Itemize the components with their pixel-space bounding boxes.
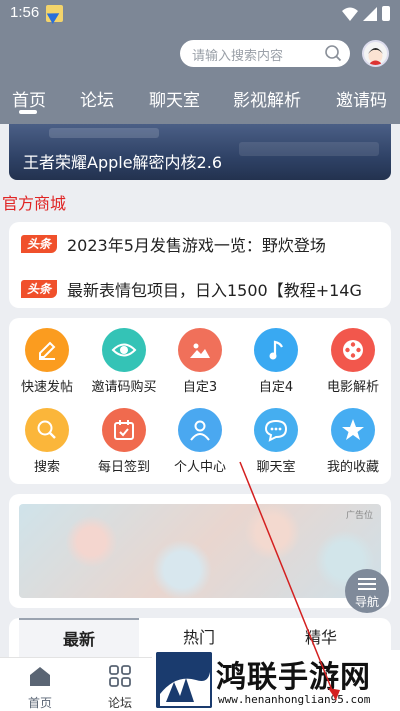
headline-text: 2023年5月发售游戏一览：野炊登场 — [67, 236, 326, 255]
ad-banner-image[interactable]: 广告位 — [19, 504, 381, 598]
shortcut-label: 搜索 — [33, 460, 60, 475]
shortcut-favorites[interactable]: 我的收藏 — [315, 408, 391, 475]
notification-app-icon — [46, 5, 63, 22]
search-icon[interactable] — [324, 44, 342, 62]
search-input[interactable]: 请输入搜索内容 — [180, 40, 350, 67]
status-time: 1:56 — [10, 4, 40, 21]
grid-icon — [109, 665, 131, 687]
section-title: 官方商城 — [2, 194, 67, 213]
shortcut-label: 邀请码购买 — [91, 380, 157, 395]
cell-signal-icon — [363, 6, 377, 21]
watermark-title: 鸿联手游网 — [216, 660, 371, 695]
headline-text: 最新表情包项目，日入1500【教程+14G — [67, 281, 362, 300]
status-bar: 1:56 — [0, 0, 400, 28]
calendar-check-icon — [102, 408, 146, 452]
shortcut-personal-center[interactable]: 个人中心 — [162, 408, 238, 475]
banner-slide[interactable]: 王者荣耀Apple解密内核2.6 — [9, 124, 391, 180]
nav-label: 论坛 — [107, 696, 132, 710]
image-icon — [178, 328, 222, 372]
shortcut-label: 每日签到 — [97, 460, 150, 475]
home-icon — [30, 667, 50, 686]
navigation-fab[interactable]: 导航 — [345, 569, 389, 613]
shortcut-label: 快速发帖 — [20, 380, 73, 395]
menu-icon — [358, 578, 376, 593]
search-icon — [25, 408, 69, 452]
shortcut-movie-parse[interactable]: 电影解析 — [315, 328, 391, 395]
nav-forum[interactable]: 论坛 — [98, 664, 142, 711]
shortcut-label: 我的收藏 — [326, 460, 379, 475]
shortcut-label: 个人中心 — [173, 460, 226, 475]
user-icon — [178, 408, 222, 452]
shortcut-search[interactable]: 搜索 — [9, 408, 85, 475]
shortcut-custom-3[interactable]: 自定3 — [162, 328, 238, 395]
star-icon — [331, 408, 375, 452]
watermark-logo — [156, 652, 212, 708]
tab-home[interactable]: 首页 — [12, 86, 46, 111]
eye-icon — [102, 328, 146, 372]
film-reel-icon — [331, 328, 375, 372]
ad-card: 广告位 — [9, 494, 391, 608]
music-icon — [254, 328, 298, 372]
shortcut-label: 自定4 — [258, 380, 294, 395]
top-tabs: 首页 论坛 聊天室 影视解析 邀请码 — [0, 80, 400, 120]
tab-forum[interactable]: 论坛 — [80, 86, 114, 111]
tab-latest[interactable]: 最新 — [19, 618, 139, 658]
nav-label: 首页 — [27, 696, 52, 710]
wifi-icon — [342, 7, 358, 21]
avatar[interactable] — [362, 40, 389, 67]
shortcut-label: 电影解析 — [326, 380, 379, 395]
shortcut-grid: 快速发帖 邀请码购买 自定3 自定4 电影解析 搜索 每日签到 个人中心 聊天室… — [9, 318, 391, 484]
banner-caption: 王者荣耀Apple解密内核2.6 — [23, 153, 222, 172]
banner-graphic — [49, 128, 159, 138]
ad-label: 广告位 — [345, 511, 373, 521]
headline-tag: 头条 — [21, 280, 57, 298]
status-indicators — [342, 6, 390, 21]
fab-label: 导航 — [354, 595, 379, 609]
shortcut-custom-4[interactable]: 自定4 — [238, 328, 314, 395]
headline-tag: 头条 — [21, 235, 57, 253]
headline-card: 头条 2023年5月发售游戏一览：野炊登场 头条 最新表情包项目，日入1500【… — [9, 222, 391, 308]
tab-invite-code[interactable]: 邀请码 — [336, 86, 387, 111]
banner-graphic — [239, 142, 379, 156]
watermark-url: www.henanhonglian95.com — [218, 693, 371, 706]
shortcut-daily-checkin[interactable]: 每日签到 — [86, 408, 162, 475]
shortcut-invite-purchase[interactable]: 邀请码购买 — [86, 328, 162, 395]
shortcut-chatroom[interactable]: 聊天室 — [238, 408, 314, 475]
watermark: 鸿联手游网 www.henanhonglian95.com — [152, 650, 400, 711]
shortcut-label: 聊天室 — [256, 460, 296, 475]
battery-icon — [382, 6, 390, 21]
shortcut-label: 自定3 — [182, 380, 218, 395]
tab-indicator — [19, 110, 37, 114]
search-placeholder: 请输入搜索内容 — [192, 49, 284, 64]
tab-chatroom[interactable]: 聊天室 — [149, 86, 200, 111]
edit-icon — [25, 328, 69, 372]
chat-icon — [254, 408, 298, 452]
tab-video-parse[interactable]: 影视解析 — [233, 86, 301, 111]
headline-item[interactable]: 头条 2023年5月发售游戏一览：野炊登场 — [21, 232, 326, 256]
headline-item[interactable]: 头条 最新表情包项目，日入1500【教程+14G — [21, 277, 362, 301]
avatar-face-icon — [368, 48, 383, 65]
shortcut-quick-post[interactable]: 快速发帖 — [9, 328, 85, 395]
app-header: 1:56 请输入搜索内容 首页 论坛 聊天室 影视解析 邀请码 — [0, 0, 400, 124]
nav-home[interactable]: 首页 — [18, 664, 62, 711]
